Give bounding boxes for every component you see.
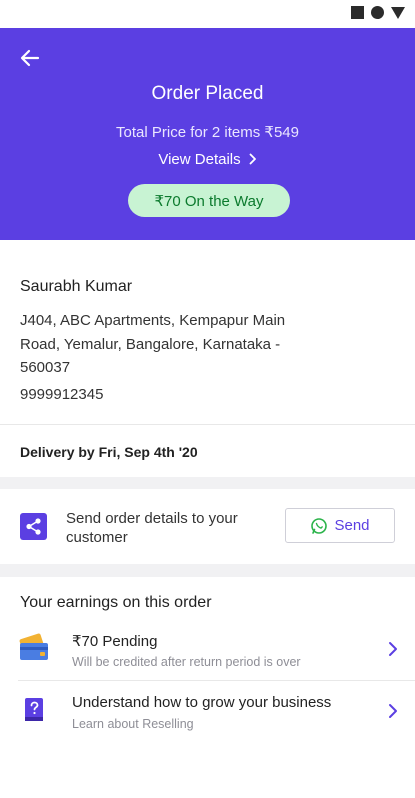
grow-business-row[interactable]: Understand how to grow your business Lea…: [0, 682, 415, 742]
phone-number: 9999912345: [20, 386, 104, 403]
pending-amount: ₹70 Pending: [72, 633, 158, 650]
share-card: Send order details to your customer Send: [0, 489, 415, 564]
status-icons: [351, 6, 405, 19]
section-gap: [0, 477, 415, 489]
share-icon: [20, 513, 47, 540]
view-details-link[interactable]: View Details: [0, 151, 415, 169]
customer-name: Saurabh Kumar: [20, 278, 133, 295]
status-bar: [0, 0, 415, 28]
address-line-2: Road, Yemalur, Bangalore, Karnataka -: [20, 336, 281, 353]
section-gap: [0, 564, 415, 577]
square-icon: [351, 6, 364, 19]
chevron-right-icon: [389, 704, 397, 718]
triangle-icon: [391, 6, 405, 19]
send-button[interactable]: Send: [285, 508, 395, 543]
pending-subtitle: Will be credited after return period is …: [72, 655, 301, 669]
wallet-icon: [19, 633, 48, 660]
send-label: Send: [334, 517, 370, 534]
share-text: Send order details to your customer: [66, 510, 238, 546]
delivery-date: Delivery by Fri, Sep 4th '20: [20, 444, 198, 460]
circle-icon: [371, 6, 384, 19]
whatsapp-icon: [311, 517, 328, 534]
delivery-info: Delivery by Fri, Sep 4th '20: [0, 425, 415, 477]
earnings-title: Your earnings on this order: [20, 594, 212, 611]
total-price: Total Price for 2 items ₹549: [116, 124, 299, 141]
earnings-section: Your earnings on this order ₹70 Pending …: [0, 577, 415, 798]
address-line-1: J404, ABC Apartments, Kempapur Main: [20, 312, 286, 329]
view-details-label: View Details: [158, 151, 241, 168]
order-header: Order Placed Total Price for 2 items ₹54…: [0, 28, 415, 240]
grow-business-subtitle: Learn about Reselling: [72, 717, 194, 731]
grow-business-title: Understand how to grow your business: [72, 694, 332, 711]
help-book-icon: [25, 698, 43, 721]
back-arrow-icon: [20, 49, 40, 67]
status-badge: ₹70 On the Way: [128, 184, 290, 217]
address-line-3: 560037: [20, 359, 71, 376]
chevron-right-icon: [389, 642, 397, 656]
page-title: Order Placed: [151, 83, 264, 104]
order-screen: Order Placed Total Price for 2 items ₹54…: [0, 0, 415, 798]
earnings-pending-row[interactable]: ₹70 Pending Will be credited after retur…: [0, 620, 415, 680]
chevron-right-icon: [249, 152, 257, 169]
back-button[interactable]: [14, 42, 46, 74]
address-card: Saurabh Kumar J404, ABC Apartments, Kemp…: [0, 240, 415, 424]
divider: [18, 680, 415, 681]
